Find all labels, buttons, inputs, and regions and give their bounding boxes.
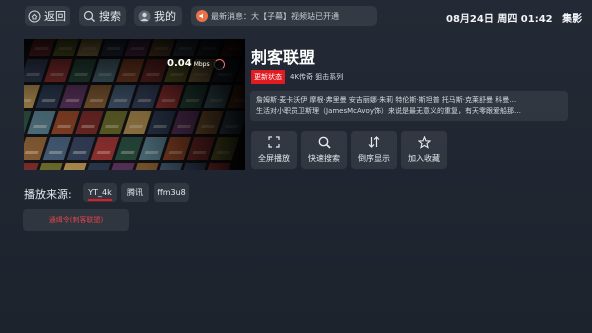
fullscreen-button[interactable]: 全屏播放: [251, 131, 297, 169]
brand-name: 集影: [562, 14, 583, 25]
meta-text: 4K传奇 狙击系列: [290, 73, 344, 81]
star-icon: [417, 135, 431, 149]
video-preview[interactable]: 0.04 Mbps: [24, 39, 245, 170]
search-label: 搜索: [99, 10, 121, 23]
status-badge: 更新状态: [251, 70, 285, 84]
meta-row: 更新状态 4K传奇 狙击系列: [251, 70, 343, 84]
loading-spinner-icon: [214, 59, 225, 70]
user-icon: [137, 9, 151, 23]
speed-value: 0.04: [167, 58, 192, 69]
back-label: 返回: [44, 10, 66, 23]
speaker-icon: [195, 10, 208, 23]
episode-button[interactable]: 通缉令(刺客联盟): [23, 209, 129, 231]
search-icon: [82, 9, 96, 23]
speed-unit: Mbps: [193, 61, 210, 68]
source-tab-ffm3u8[interactable]: ffm3u8: [154, 183, 189, 202]
clock: 08月24日 周四 01:42 集影: [446, 10, 582, 25]
reverse-order-label: 倒序显示: [358, 154, 390, 163]
source-label: 播放来源:: [24, 188, 72, 201]
back-button[interactable]: 返回: [25, 6, 70, 26]
notice-bar[interactable]: 最新消息：大【子幕】视频站已开通: [191, 6, 377, 26]
favorite-button[interactable]: 加入收藏: [401, 131, 447, 169]
datetime: 08月24日 周四 01:42: [446, 14, 553, 25]
detail-page: 返回 搜索 我的 最新消息：大【子幕】视频站已开通 08月24日 周四 01:4…: [0, 0, 592, 333]
network-speed: 0.04 Mbps: [167, 58, 210, 69]
fullscreen-icon: [267, 135, 281, 149]
poster-grid-image: [24, 39, 245, 170]
description-line-1: 詹姆斯·麦卡沃伊 摩根·弗里曼 安吉丽娜·朱莉 特伦斯·斯坦普 托马斯·克莱舒曼…: [256, 96, 517, 104]
favorite-label: 加入收藏: [408, 154, 440, 163]
description-line-2: 生活对小职员卫斯理（JamesMcAvoy饰）来说是最无意义的重复，有天零跟爱船…: [256, 107, 521, 115]
top-bar: 返回 搜索 我的 最新消息：大【子幕】视频站已开通 08月24日 周四 01:4…: [0, 0, 592, 34]
selected-source-indicator: [88, 199, 112, 201]
reverse-order-button[interactable]: 倒序显示: [351, 131, 397, 169]
search-icon: [317, 135, 331, 149]
quick-search-button[interactable]: 快速搜索: [301, 131, 347, 169]
mine-label: 我的: [154, 10, 176, 23]
search-button[interactable]: 搜索: [79, 6, 126, 26]
page-title: 刺客联盟: [251, 48, 316, 67]
description[interactable]: 詹姆斯·麦卡沃伊 摩根·弗里曼 安吉丽娜·朱莉 特伦斯·斯坦普 托马斯·克莱舒曼…: [250, 91, 568, 121]
mine-button[interactable]: 我的: [134, 6, 182, 26]
sort-icon: [367, 135, 381, 149]
fullscreen-label: 全屏播放: [258, 154, 290, 163]
quick-search-label: 快速搜索: [308, 154, 340, 163]
source-tab-tencent[interactable]: 腾讯: [121, 183, 149, 202]
action-bar: 全屏播放 快速搜索 倒序显示 加入收藏: [251, 131, 451, 169]
notice-text: 最新消息：大【子幕】视频站已开通: [211, 11, 339, 21]
back-icon: [28, 9, 41, 23]
